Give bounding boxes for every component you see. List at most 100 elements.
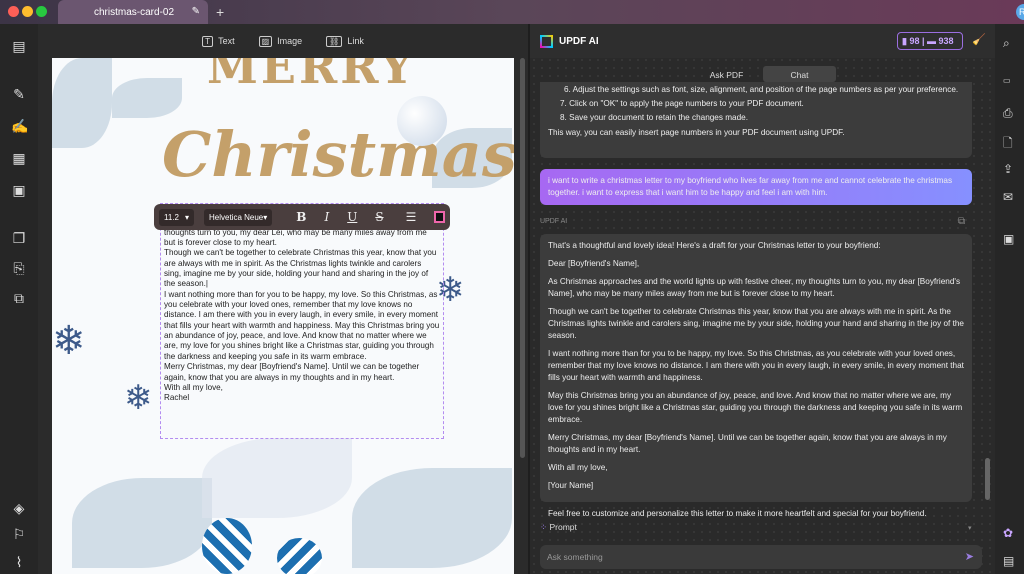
align-left-icon[interactable]: ☰ <box>406 210 417 224</box>
candy-decoration <box>202 518 252 574</box>
rename-icon[interactable]: ✎ <box>192 6 200 17</box>
right-toolbar: ⌕ ▭ ⎙ 🗋 ⇪ ✉ ▣ ✿ ▤ <box>995 24 1024 574</box>
attachment-icon[interactable]: ⌇ <box>11 554 27 570</box>
response-paragraph: Feel free to customize and personalize t… <box>548 509 927 518</box>
chat-credits: 938 <box>938 36 954 46</box>
ai-response: That's a thoughtful and lovely idea! Her… <box>540 234 972 518</box>
previous-ai-message: 6. Adjust the settings such as font, siz… <box>540 82 972 158</box>
letter-text-box[interactable]: Dear Lei, As Christmas approaches and th… <box>160 203 444 439</box>
chat-scrollbar[interactable] <box>985 458 990 500</box>
protect-file-icon[interactable]: 🗋 <box>1003 134 1013 155</box>
chevron-down-icon: ▾ <box>184 212 189 222</box>
protect-icon[interactable]: ⧉ <box>11 290 27 306</box>
response-paragraph: May this Christmas bring you an abundanc… <box>548 391 963 424</box>
leaf-decoration <box>52 58 112 148</box>
text-format-bar: 11.2 ▾ Helvetica Neue ▾ B I U S ☰ <box>154 204 450 230</box>
response-paragraph: With all my love, <box>548 463 608 472</box>
font-size-select[interactable]: 11.2 ▾ <box>159 208 194 226</box>
add-text-button[interactable]: T Text <box>202 36 235 47</box>
edit-toolbar: T Text ▨ Image ⛓ Link <box>38 24 528 58</box>
pdf-credits: 98 <box>909 36 920 46</box>
response-paragraph: [Your Name] <box>548 481 594 490</box>
link-icon: ⛓ <box>326 36 343 47</box>
underline-button[interactable]: U <box>347 210 357 224</box>
response-paragraph: Though we can't be together to celebrate… <box>548 307 964 340</box>
text-icon: T <box>202 36 214 47</box>
step-item: 8. Save your document to retain the chan… <box>560 113 748 122</box>
reader-icon[interactable]: ▤ <box>11 38 27 54</box>
ask-placeholder: Ask something <box>547 552 603 562</box>
prompt-label: Prompt <box>549 522 577 532</box>
layers-icon[interactable]: ◈ <box>11 500 27 516</box>
email-icon[interactable]: ✉ <box>1003 190 1013 204</box>
response-paragraph: Merry Christmas, my dear [Boyfriend's Na… <box>548 433 947 454</box>
leaf-decoration <box>72 478 212 568</box>
ask-input[interactable]: Ask something ➤ <box>540 545 982 569</box>
editor-scrollbar[interactable] <box>520 58 525 458</box>
prompt-icon: ⁘ <box>540 522 548 532</box>
ai-title: UPDF AI <box>559 35 599 47</box>
leaf-decoration <box>112 78 182 118</box>
page-icon[interactable]: ▦ <box>11 150 27 166</box>
snow-decoration <box>202 438 352 518</box>
organize-icon[interactable]: ❐ <box>11 230 27 246</box>
ai-panel: UPDF AI ▮ 98 | ▬ 938 🧹 Ask PDF Chat 6. A… <box>530 24 995 574</box>
add-link-button[interactable]: ⛓ Link <box>326 36 364 47</box>
edit-pdf-icon[interactable]: ✍ <box>11 118 28 134</box>
bookmark-icon[interactable]: ⚐ <box>11 526 27 542</box>
chat-icon[interactable]: ▤ <box>1003 554 1014 568</box>
updf-ai-icon[interactable]: ✿ <box>1003 526 1013 540</box>
strikethrough-button[interactable]: S <box>375 210 383 224</box>
prompt-button[interactable]: ⁘ Prompt <box>540 522 577 533</box>
italic-button[interactable]: I <box>324 210 329 224</box>
pdf-page: MERRY Christmas ❄ ❄ ❄ Dear Lei, As Chris… <box>52 58 514 574</box>
share-icon[interactable]: ⇪ <box>1003 162 1013 176</box>
chevron-down-icon[interactable]: ▾ <box>968 524 972 532</box>
maximize-window-button[interactable] <box>36 6 47 17</box>
image-icon: ▨ <box>258 36 273 47</box>
search-icon[interactable]: ⌕ <box>1003 36 1010 51</box>
editor-area: T Text ▨ Image ⛓ Link MERRY Christmas ❄ ❄ ❄… <box>38 24 528 574</box>
add-image-button[interactable]: ▨ Image <box>258 36 303 47</box>
save-icon[interactable]: ▣ <box>1003 232 1014 246</box>
bold-button[interactable]: B <box>296 210 306 224</box>
ornament <box>397 96 447 146</box>
send-icon[interactable]: ➤ <box>965 550 974 563</box>
response-paragraph: As Christmas approaches and the world li… <box>548 277 961 298</box>
response-paragraph: That's a thoughtful and lovely idea! Her… <box>548 241 881 250</box>
response-paragraph: Dear [Boyfriend's Name], <box>548 259 640 268</box>
user-message: i want to write a christmas letter to my… <box>540 169 972 205</box>
minimize-window-button[interactable] <box>22 6 33 17</box>
bot-label: UPDF AI <box>540 218 568 225</box>
response-paragraph: I want nothing more than for you to be h… <box>548 349 964 382</box>
step-item: 7. Click on "OK" to apply the page numbe… <box>560 99 804 108</box>
left-toolbar: ▤ ✎ ✍ ▦ ▣ ❐ ⎘ ⧉ ◈ ⚐ ⌇ <box>0 24 38 574</box>
credits-badge[interactable]: ▮ 98 | ▬ 938 <box>897 32 963 50</box>
close-window-button[interactable] <box>8 6 19 17</box>
avatar[interactable]: R <box>1016 4 1024 20</box>
font-size-value: 11.2 <box>164 212 179 222</box>
leaf-decoration <box>352 468 512 568</box>
chevron-down-icon: ▾ <box>263 212 268 222</box>
ocr-icon[interactable]: ▭ <box>1003 76 1011 85</box>
copy-icon[interactable]: ⧉ <box>958 216 965 227</box>
link-label: Link <box>347 36 364 46</box>
tab-title: christmas-card-02 <box>94 7 175 18</box>
ai-tabs: Ask PDF Chat <box>690 66 836 82</box>
document-tab[interactable]: christmas-card-02 ✎ <box>58 0 208 24</box>
clear-chat-icon[interactable]: 🧹 <box>972 33 986 46</box>
convert-icon[interactable]: ⎘ <box>11 260 27 276</box>
step-item: 6. Adjust the settings such as font, siz… <box>564 85 959 94</box>
form-icon[interactable]: ▣ <box>11 182 27 198</box>
comment-icon[interactable]: ✎ <box>11 86 27 102</box>
tab-chat[interactable]: Chat <box>763 66 836 82</box>
tab-ask-pdf[interactable]: Ask PDF <box>690 66 763 82</box>
font-family-select[interactable]: Helvetica Neue ▾ <box>203 208 273 226</box>
snowflake-icon: ❄ <box>52 319 86 363</box>
image-label: Image <box>277 36 303 46</box>
text-color-button[interactable] <box>434 211 445 223</box>
convert-file-icon[interactable]: ⎙ <box>1003 106 1013 121</box>
updf-ai-logo-icon <box>540 34 553 48</box>
christmas-heading: Christmas <box>162 118 514 191</box>
new-tab-button[interactable]: + <box>216 4 224 20</box>
